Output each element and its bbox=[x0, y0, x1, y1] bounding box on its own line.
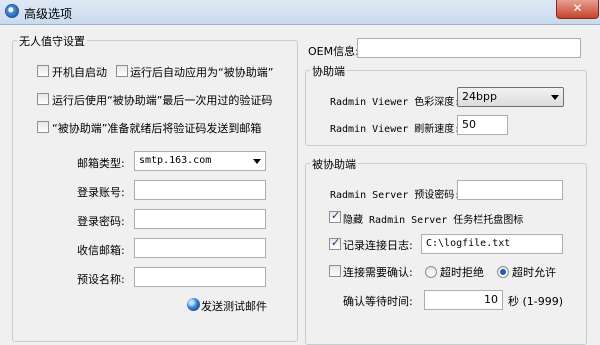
log-path-input[interactable]: C:\logfile.txt bbox=[421, 234, 563, 254]
oem-label: OEM信息: bbox=[308, 45, 359, 58]
window-title: 高级选项 bbox=[24, 7, 73, 21]
use-last-code-label: 运行后使用“被协助端”最后一次用过的验证码 bbox=[52, 94, 273, 107]
refresh-rate-label: Radmin Viewer 刷新速度: bbox=[330, 124, 461, 135]
log-checkbox[interactable] bbox=[329, 236, 341, 250]
assisted-group-title: 被协助端 bbox=[310, 156, 358, 172]
recipient-input[interactable] bbox=[134, 238, 266, 258]
assistant-group-title: 协助端 bbox=[310, 63, 347, 79]
confirm-checkbox[interactable] bbox=[329, 265, 341, 277]
confirm-label: 连接需要确认: bbox=[343, 266, 413, 279]
timeout-reject-radio[interactable] bbox=[425, 266, 437, 278]
autostart-label: 开机自启动 bbox=[52, 66, 107, 79]
hide-tray-checkbox[interactable] bbox=[329, 209, 341, 223]
autostart-checkbox[interactable] bbox=[37, 65, 49, 77]
login-password-input[interactable] bbox=[134, 209, 266, 229]
login-account-input[interactable] bbox=[134, 180, 266, 200]
oem-input[interactable] bbox=[357, 38, 581, 58]
use-last-code-checkbox[interactable] bbox=[37, 93, 49, 105]
refresh-rate-input[interactable]: 50 bbox=[457, 115, 508, 135]
app-icon bbox=[5, 4, 19, 18]
login-password-label: 登录密码: bbox=[77, 215, 125, 228]
hide-tray-label: 隐藏 Radmin Server 任务栏托盘图标 bbox=[343, 215, 524, 226]
autorun-as-assisted-label: 运行后自动应用为“被协助端” bbox=[130, 66, 274, 79]
close-button[interactable]: ✕ bbox=[556, 0, 599, 19]
title-bar: 高级选项 ✕ bbox=[0, 0, 600, 25]
wait-time-unit: 秒 (1-999) bbox=[508, 295, 564, 308]
globe-icon[interactable] bbox=[187, 298, 200, 311]
unattended-group-title: 无人值守设置 bbox=[17, 33, 87, 49]
wait-time-label: 确认等待时间: bbox=[343, 295, 413, 308]
chevron-down-icon bbox=[551, 95, 559, 100]
timeout-allow-radio[interactable] bbox=[497, 266, 509, 278]
mail-type-value: smtp.163.com bbox=[139, 155, 212, 166]
timeout-allow-label: 超时允许 bbox=[512, 266, 556, 279]
wait-time-input[interactable]: 10 bbox=[424, 290, 503, 310]
timeout-reject-label: 超时拒绝 bbox=[440, 266, 484, 279]
color-depth-label: Radmin Viewer 色彩深度: bbox=[330, 97, 461, 108]
send-code-email-checkbox[interactable] bbox=[37, 121, 49, 133]
preset-password-input[interactable] bbox=[457, 180, 563, 200]
preset-name-label: 预设名称: bbox=[77, 273, 125, 286]
mail-type-label: 邮箱类型: bbox=[77, 157, 125, 170]
send-code-email-label: “被协助端”准备就绪后将验证码发送到邮箱 bbox=[52, 122, 262, 135]
recipient-label: 收信邮箱: bbox=[77, 244, 125, 257]
autorun-as-assisted-checkbox[interactable] bbox=[116, 65, 128, 77]
preset-name-input[interactable] bbox=[134, 267, 266, 287]
mail-type-select[interactable]: smtp.163.com bbox=[134, 151, 266, 171]
log-label: 记录连接日志: bbox=[343, 239, 413, 252]
send-test-email-link[interactable]: 发送测试邮件 bbox=[201, 298, 267, 314]
chevron-down-icon bbox=[253, 159, 261, 164]
color-depth-select[interactable]: 24bpp bbox=[457, 87, 564, 107]
preset-password-label: Radmin Server 预设密码: bbox=[330, 190, 461, 201]
login-account-label: 登录账号: bbox=[77, 186, 125, 199]
color-depth-value: 24bpp bbox=[462, 90, 497, 103]
